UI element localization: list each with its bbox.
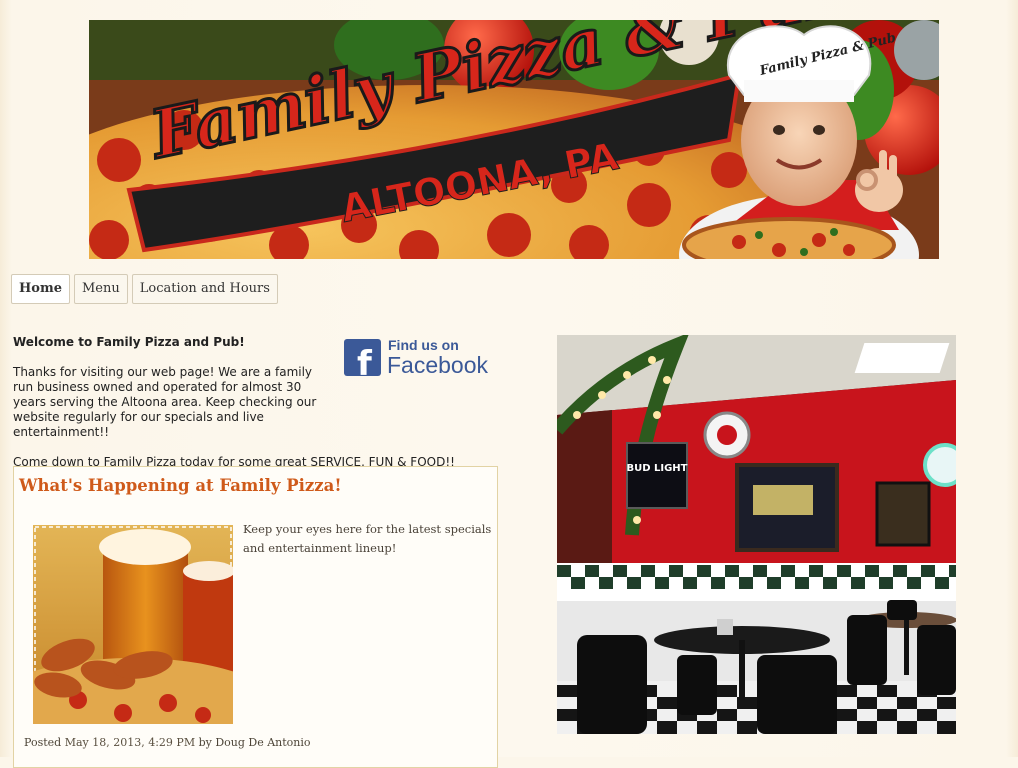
facebook-line2: Facebook bbox=[387, 352, 489, 378]
post-author: Doug De Antonio bbox=[215, 736, 311, 749]
happening-body: Keep your eyes here for the latest speci… bbox=[243, 522, 492, 555]
tab-menu[interactable]: Menu bbox=[73, 274, 128, 304]
post-meta: Posted May 18, 2013, 4:29 PM by Doug De … bbox=[24, 736, 311, 749]
tab-home[interactable]: Home bbox=[11, 274, 70, 304]
happening-box: What's Happening at Family Pizza! Keep y… bbox=[0, 466, 498, 768]
facebook-line1: Find us on bbox=[388, 337, 459, 353]
facebook-badge[interactable]: f Find us on Facebook bbox=[344, 337, 490, 384]
welcome-intro-text: Thanks for visiting our web page! We are… bbox=[13, 365, 317, 439]
restaurant-interior-photo: BUD LIGHT bbox=[557, 335, 956, 734]
svg-text:f: f bbox=[357, 344, 373, 378]
posted-prefix: Posted bbox=[24, 736, 62, 749]
welcome-paragraph-1: Thanks for visiting our web page! We are… bbox=[13, 365, 333, 440]
tab-location-and-hours[interactable]: Location and Hours bbox=[131, 274, 278, 304]
bud-light-sign: BUD LIGHT bbox=[626, 463, 687, 474]
main-nav: Home Menu Location and Hours bbox=[11, 274, 278, 304]
beer-wings-promo-image[interactable] bbox=[0, 525, 273, 748]
header-banner[interactable]: ALTOONA, PA Family Pizza & Pub Family Pi… bbox=[89, 20, 939, 259]
happening-title[interactable]: What's Happening at Family Pizza! bbox=[19, 476, 342, 495]
posted-by-prefix: by bbox=[198, 736, 212, 749]
post-date-link[interactable]: May 18, 2013, 4:29 PM bbox=[65, 736, 195, 749]
